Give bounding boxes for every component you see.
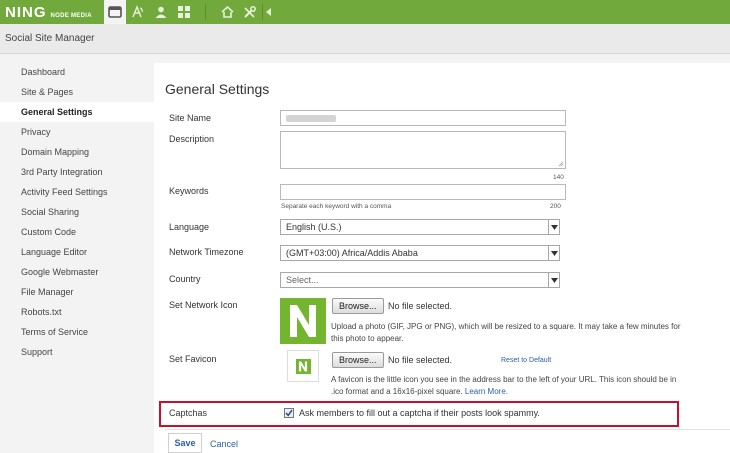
network-icon-preview bbox=[280, 298, 326, 344]
network-n-logo-icon bbox=[290, 305, 316, 337]
sidebar-item-support[interactable]: Support bbox=[0, 342, 154, 362]
network-icon-help-line2: this photo to appear. bbox=[331, 334, 404, 343]
home-icon[interactable] bbox=[216, 0, 238, 24]
favicon-help-line1: A favicon is the little icon you see in … bbox=[331, 375, 677, 384]
sidebar-item-language-editor[interactable]: Language Editor bbox=[0, 242, 154, 262]
network-icon-file-state: No file selected. bbox=[388, 301, 453, 311]
description-counter: 140 bbox=[553, 174, 564, 181]
design-icon[interactable] bbox=[127, 0, 149, 24]
favicon-n-logo bbox=[295, 358, 311, 374]
sidebar-item-activity-feed[interactable]: Activity Feed Settings bbox=[0, 182, 154, 202]
timezone-label: Network Timezone bbox=[169, 247, 244, 257]
sidebar-item-file-manager[interactable]: File Manager bbox=[0, 282, 154, 302]
reset-to-default-link[interactable]: Reset to Default bbox=[501, 357, 551, 364]
sidebar-item-general-settings[interactable]: General Settings bbox=[0, 102, 154, 122]
language-label: Language bbox=[169, 222, 210, 232]
main-panel: General Settings Site Name Description 1… bbox=[154, 63, 730, 453]
collapse-icon[interactable] bbox=[262, 0, 276, 24]
sidebar-item-dashboard[interactable]: Dashboard bbox=[0, 62, 154, 82]
favicon-help-line2: .ico format and a 16x16-pixel square. Le… bbox=[331, 386, 508, 398]
tools-icon[interactable] bbox=[238, 0, 260, 24]
timezone-select[interactable]: (GMT+03:00) Africa/Addis Ababa bbox=[280, 245, 560, 261]
resize-grip-icon[interactable] bbox=[558, 161, 564, 167]
timezone-value: (GMT+03:00) Africa/Addis Ababa bbox=[286, 248, 418, 258]
keywords-hint: Separate each keyword with a comma bbox=[281, 203, 392, 210]
captcha-text: Ask members to fill out a captcha if the… bbox=[299, 408, 540, 418]
sidebar-item-social-sharing[interactable]: Social Sharing bbox=[0, 202, 154, 222]
toolbar-divider bbox=[205, 4, 206, 20]
network-icon-browse-button[interactable]: Browse... bbox=[332, 298, 384, 314]
country-label: Country bbox=[169, 274, 201, 284]
captcha-checkbox[interactable] bbox=[284, 408, 294, 418]
apps-icon[interactable] bbox=[173, 0, 195, 24]
top-bar: NING NODE MEDIA bbox=[0, 0, 730, 24]
sub-header: Social Site Manager bbox=[0, 24, 730, 54]
site-name-redacted bbox=[286, 115, 336, 122]
network-icon-help-line1: Upload a photo (GIF, JPG or PNG), which … bbox=[331, 322, 681, 331]
sidebar-item-3rd-party[interactable]: 3rd Party Integration bbox=[0, 162, 154, 182]
brand-name: NING bbox=[5, 3, 47, 21]
network-icon-label: Set Network Icon bbox=[169, 300, 238, 310]
chevron-down-icon[interactable] bbox=[548, 220, 559, 234]
page-title: General Settings bbox=[165, 81, 270, 97]
sidebar-item-terms[interactable]: Terms of Service bbox=[0, 322, 154, 342]
checkmark-icon bbox=[285, 409, 293, 417]
window-icon[interactable] bbox=[104, 0, 126, 24]
keywords-counter: 200 bbox=[550, 203, 561, 210]
country-select[interactable]: Select... bbox=[280, 272, 560, 288]
section-title: Social Site Manager bbox=[5, 33, 95, 44]
sidebar-item-domain-mapping[interactable]: Domain Mapping bbox=[0, 142, 154, 162]
favicon-help-text: .ico format and a 16x16-pixel square. bbox=[331, 387, 463, 396]
favicon-browse-button[interactable]: Browse... bbox=[332, 352, 384, 368]
ning-logo[interactable]: NING NODE MEDIA bbox=[0, 4, 92, 21]
favicon-label: Set Favicon bbox=[169, 354, 217, 364]
chevron-down-icon[interactable] bbox=[548, 273, 559, 287]
favicon-preview bbox=[287, 350, 319, 382]
brand-subtitle: NODE MEDIA bbox=[50, 12, 92, 19]
form-divider bbox=[165, 429, 730, 430]
sidebar-item-google-webmaster[interactable]: Google Webmaster bbox=[0, 262, 154, 282]
keywords-input[interactable] bbox=[280, 184, 566, 200]
sidebar: Dashboard Site & Pages General Settings … bbox=[0, 55, 154, 453]
favicon-file-state: No file selected. bbox=[388, 355, 453, 365]
sidebar-item-privacy[interactable]: Privacy bbox=[0, 122, 154, 142]
site-name-input[interactable] bbox=[280, 110, 566, 126]
description-label: Description bbox=[169, 134, 215, 144]
site-name-label: Site Name bbox=[169, 113, 212, 123]
cancel-link[interactable]: Cancel bbox=[210, 439, 238, 449]
captchas-label: Captchas bbox=[169, 408, 208, 418]
sidebar-item-custom-code[interactable]: Custom Code bbox=[0, 222, 154, 242]
language-value: English (U.S.) bbox=[286, 222, 342, 232]
person-icon[interactable] bbox=[150, 0, 172, 24]
save-button[interactable]: Save bbox=[168, 433, 202, 453]
learn-more-link[interactable]: Learn More. bbox=[465, 387, 508, 396]
keywords-label: Keywords bbox=[169, 186, 209, 196]
favicon-n-logo-icon bbox=[298, 361, 308, 371]
language-select[interactable]: English (U.S.) bbox=[280, 219, 560, 235]
description-textarea[interactable] bbox=[280, 131, 566, 169]
country-value: Select... bbox=[286, 275, 319, 285]
sidebar-item-robots[interactable]: Robots.txt bbox=[0, 302, 154, 322]
chevron-down-icon[interactable] bbox=[548, 246, 559, 260]
sidebar-item-site-pages[interactable]: Site & Pages bbox=[0, 82, 154, 102]
